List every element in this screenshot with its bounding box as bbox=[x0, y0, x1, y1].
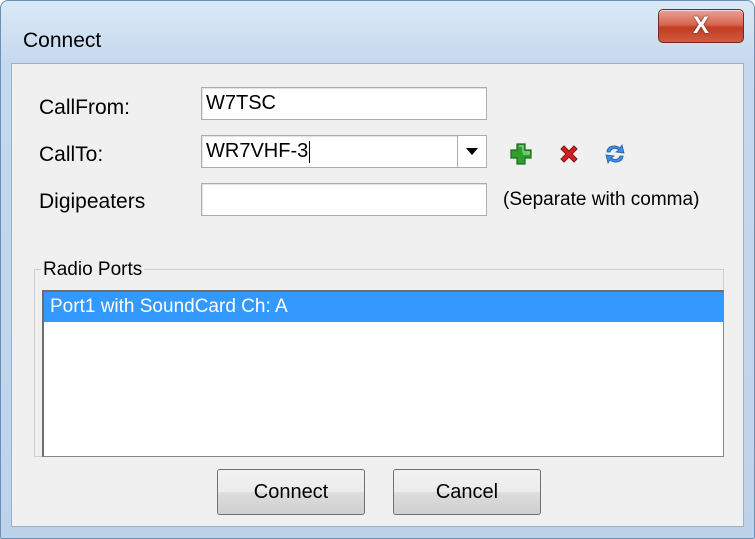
digipeaters-input[interactable] bbox=[201, 183, 487, 216]
list-item[interactable]: Port1 with SoundCard Ch: A bbox=[44, 292, 723, 322]
connect-dialog: Connect X CallFrom: W7TSC CallTo: WR7VHF… bbox=[0, 0, 755, 539]
callto-combobox[interactable]: WR7VHF-3 bbox=[201, 135, 487, 168]
delete-callsign-button[interactable] bbox=[557, 142, 581, 166]
connect-button[interactable]: Connect bbox=[217, 469, 365, 515]
callto-value: WR7VHF-3 bbox=[206, 140, 309, 162]
digipeaters-label: Digipeaters bbox=[39, 190, 146, 213]
cancel-button[interactable]: Cancel bbox=[393, 469, 541, 515]
digipeaters-hint: (Separate with comma) bbox=[503, 189, 700, 210]
refresh-button[interactable] bbox=[603, 141, 627, 165]
dropdown-arrow-button[interactable] bbox=[457, 136, 486, 167]
refresh-icon bbox=[605, 144, 625, 164]
red-x-icon bbox=[560, 145, 578, 163]
plus-icon bbox=[510, 143, 532, 165]
chevron-down-icon bbox=[466, 147, 478, 155]
callfrom-label: CallFrom: bbox=[39, 96, 131, 119]
close-icon: X bbox=[692, 12, 709, 39]
add-callsign-button[interactable] bbox=[509, 142, 533, 166]
callto-label: CallTo: bbox=[39, 143, 104, 166]
close-button[interactable]: X bbox=[658, 9, 744, 43]
radio-ports-title: Radio Ports bbox=[41, 259, 145, 281]
window-title: Connect bbox=[23, 29, 102, 52]
radio-ports-list[interactable]: Port1 with SoundCard Ch: A bbox=[42, 290, 724, 457]
text-caret bbox=[309, 140, 311, 163]
callfrom-input[interactable]: W7TSC bbox=[201, 87, 487, 120]
